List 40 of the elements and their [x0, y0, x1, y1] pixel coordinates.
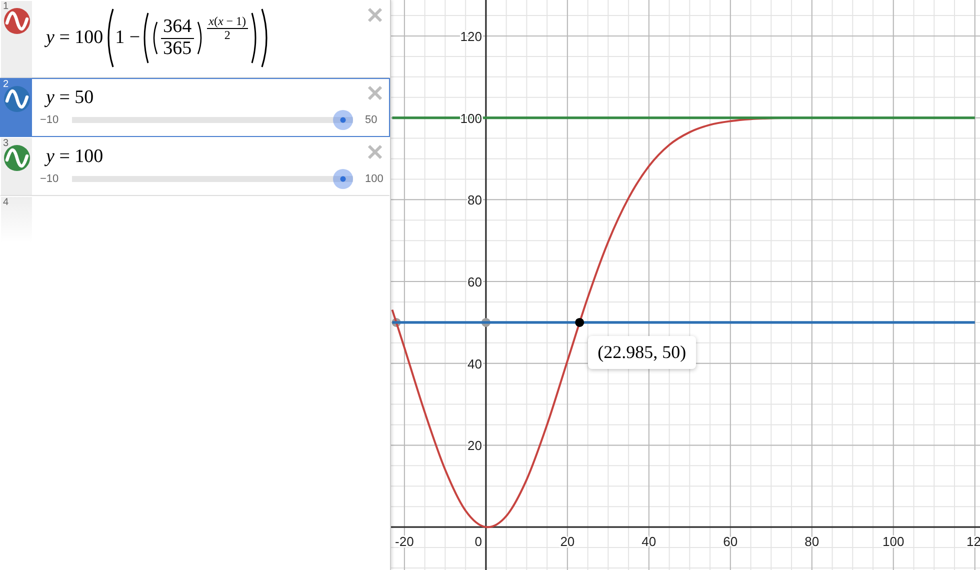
fraction-denominator: 365 — [163, 38, 192, 60]
y-tick-label: 120 — [460, 29, 482, 44]
x-tick-label: 20 — [560, 534, 575, 550]
point-tooltip: (22.985, 50) — [588, 336, 696, 370]
y-tick-label: 60 — [467, 274, 482, 290]
wave-icon[interactable] — [4, 8, 30, 34]
slider-min: −10 — [40, 173, 60, 185]
wave-icon[interactable] — [4, 86, 30, 112]
row-number: 3 — [3, 138, 9, 149]
equation-text: y = 50 — [46, 87, 94, 109]
slider-thumb[interactable] — [333, 110, 353, 130]
fraction-numerator: 364 — [161, 16, 194, 38]
expression-row[interactable]: 2 y = 50 −10 50 — [0, 78, 390, 137]
slider-thumb[interactable] — [333, 169, 353, 189]
slider-max: 50 — [365, 114, 378, 126]
row-number: 1 — [3, 1, 9, 12]
equation-text: 1 − — [115, 27, 140, 49]
x-tick-label: 80 — [804, 534, 820, 550]
equation-text: y = 100 — [46, 27, 104, 49]
x-tick-label: 0 — [474, 534, 482, 550]
y-tick-label: 40 — [467, 356, 482, 372]
y-tick-label: 80 — [467, 192, 482, 208]
exponent-denominator: 2 — [224, 29, 230, 42]
x-tick-label: -20 — [395, 534, 414, 550]
equation-text: y = 100 — [46, 146, 104, 168]
expression-row[interactable]: 3 y = 100 −10 100 — [0, 137, 390, 196]
exponent-numerator: x(x − 1) — [206, 15, 248, 30]
x-tick-label: 60 — [723, 534, 738, 550]
x-tick-label: 100 — [882, 534, 904, 550]
x-tick-label: 12 — [966, 534, 980, 550]
expression-row[interactable]: 1 y = 100 1 − 364 365 x(x − 1) 2 — [0, 0, 390, 78]
row-number: 2 — [3, 79, 9, 90]
slider-min: −10 — [40, 114, 60, 126]
point-marker[interactable] — [575, 318, 584, 327]
expression-row[interactable]: 4 — [0, 196, 390, 243]
slider-max: 100 — [365, 173, 384, 185]
row-number: 4 — [3, 197, 9, 208]
wave-icon[interactable] — [4, 145, 30, 171]
y-tick-label: 20 — [467, 438, 482, 454]
x-tick-label: 40 — [642, 534, 656, 550]
